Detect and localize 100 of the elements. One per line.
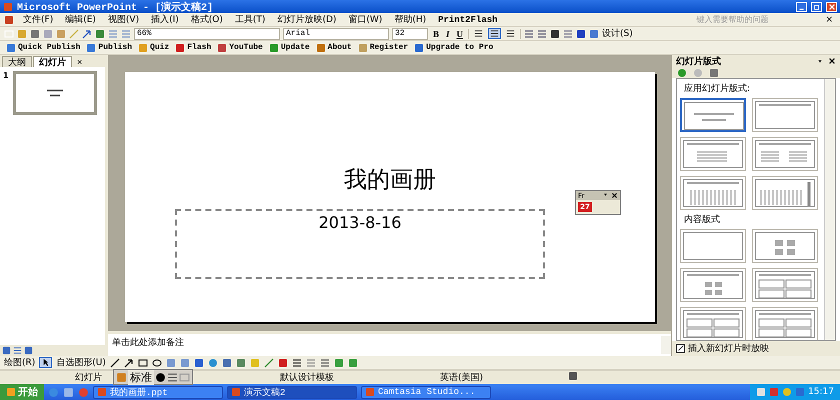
align-icon	[506, 29, 516, 38]
publish-toolbar-button[interactable]: Quick Publish	[4, 42, 82, 54]
taskbar-task[interactable]: 我的画册.ppt	[93, 386, 223, 398]
slide-subtitle: 2013-8-16	[318, 213, 402, 232]
taskbar-task[interactable]: 演示文稿2	[227, 386, 357, 398]
layout-thumbnail-drawing	[755, 310, 815, 338]
publish-toolbar-button[interactable]: Update	[266, 42, 312, 54]
layout-thumbnail-drawing	[683, 271, 743, 299]
section-heading: 内容版式	[683, 214, 721, 227]
menu-item[interactable]: 视图(V)	[104, 13, 142, 26]
indent-icon[interactable]	[563, 28, 574, 38]
menu-item[interactable]: Print2Flash	[435, 14, 501, 24]
scrollbar[interactable]	[824, 79, 835, 340]
font-style-button[interactable]: B	[431, 28, 442, 39]
caret-icon	[602, 191, 609, 198]
line-icon[interactable]	[110, 358, 120, 368]
slide-sorter-icon[interactable]	[13, 346, 22, 355]
close-icon[interactable]	[828, 57, 836, 65]
menu-item[interactable]: 格式(O)	[188, 13, 226, 26]
slide-thumbnail[interactable]	[12, 71, 97, 115]
layout-option[interactable]	[752, 268, 818, 302]
rectangle-icon[interactable]	[138, 358, 148, 368]
menu-item[interactable]: 编辑(E)	[62, 13, 99, 26]
align-icon	[490, 29, 500, 38]
menu-item[interactable]: 幻灯片放映(D)	[274, 13, 340, 26]
line-style-icon[interactable]	[292, 358, 302, 368]
bullet-list-icon[interactable]	[537, 28, 548, 38]
layout-thumbnail-drawing	[755, 232, 815, 260]
publish-toolbar-button[interactable]: About	[314, 42, 354, 54]
layout-option[interactable]	[752, 307, 818, 340]
status-slide: 幻灯片	[75, 372, 102, 384]
autoshapes-menu-button[interactable]: 自选图形(U)	[56, 356, 106, 369]
layout-option[interactable]	[680, 268, 746, 302]
zoom-dropdown[interactable]: 66%	[134, 28, 280, 40]
font-dropdown[interactable]: Arial	[283, 28, 389, 40]
select-objects-button[interactable]	[39, 357, 52, 368]
menu-item[interactable]: 插入(I)	[148, 13, 182, 26]
subtitle-placeholder[interactable]: 2013-8-16	[175, 209, 545, 279]
menu-item[interactable]: 工具(T)	[232, 13, 268, 26]
layout-option[interactable]	[680, 176, 746, 210]
close-document-button[interactable]: ×	[822, 14, 836, 24]
line-color-icon[interactable]	[264, 358, 274, 368]
undo-icon[interactable]	[82, 28, 92, 38]
arrow-style-icon[interactable]	[320, 358, 330, 368]
pane-tab[interactable]: 幻灯片	[33, 56, 72, 67]
layout-thumbnail-drawing	[684, 102, 744, 130]
status-language: 英语(美国)	[440, 372, 484, 384]
menu-item[interactable]: 窗口(W)	[345, 13, 386, 26]
layout-thumbnail-drawing	[755, 271, 815, 299]
close-button[interactable]	[826, 2, 837, 12]
window-title: Microsoft PowerPoint - [演示文稿2]	[17, 0, 214, 14]
clock: 15:17	[808, 387, 834, 397]
pane-tab[interactable]: 大纲	[2, 56, 32, 67]
dash-style-icon[interactable]	[306, 358, 316, 368]
notes-pane[interactable]: 单击此处添加备注	[108, 331, 671, 356]
layout-option[interactable]	[752, 229, 818, 263]
publish-toolbar-button[interactable]: YouTube	[215, 42, 265, 54]
layout-option[interactable]	[752, 98, 818, 132]
draw-menu-button[interactable]: 绘图(R)	[4, 356, 36, 369]
layout-option[interactable]	[752, 176, 818, 210]
close-icon[interactable]	[611, 192, 618, 199]
layout-thumbnail-drawing	[683, 179, 743, 207]
minimize-button[interactable]	[796, 2, 807, 12]
checkbox-label: 插入新幻灯片时放映	[688, 342, 769, 355]
oval-icon[interactable]	[152, 358, 162, 368]
status-template: 默认设计模板	[280, 372, 334, 384]
layout-thumbnail-drawing	[755, 140, 815, 168]
layout-option[interactable]	[752, 137, 818, 171]
scrollbar[interactable]	[661, 336, 671, 354]
ime-mode-button[interactable]: 标准	[128, 370, 154, 384]
layout-option[interactable]	[680, 137, 746, 171]
close-pane-button[interactable]: ×	[73, 56, 86, 67]
restore-button[interactable]	[811, 2, 822, 12]
font-style-button[interactable]: I	[444, 28, 452, 39]
checkbox[interactable]	[676, 344, 685, 353]
numbered-list-icon[interactable]	[524, 28, 534, 38]
font-size-dropdown[interactable]: 32	[392, 28, 428, 40]
publish-toolbar-button[interactable]: Publish	[84, 42, 134, 54]
show-on-insert-checkbox[interactable]: 插入新幻灯片时放映	[672, 341, 840, 356]
publish-toolbar-button[interactable]: Quiz	[136, 42, 172, 54]
align-button[interactable]	[488, 28, 502, 39]
layout-thumbnail-drawing	[683, 232, 743, 260]
menu-item[interactable]: 文件(F)	[20, 13, 56, 26]
thumbnail-text-drawing	[46, 89, 63, 97]
slide-title: 我的画册	[344, 166, 436, 195]
pointer-icon	[41, 358, 50, 367]
help-search-field[interactable]: 键入需要帮助的问题	[696, 14, 816, 24]
publish-toolbar-button[interactable]: Register	[356, 42, 410, 54]
publish-toolbar-button[interactable]: Upgrade to Pro	[412, 42, 496, 54]
layout-option[interactable]	[680, 98, 746, 132]
font-style-button[interactable]: U	[454, 28, 466, 39]
taskbar-task[interactable]: Camtasia Studio...	[361, 386, 491, 398]
caret-icon[interactable]	[816, 57, 824, 65]
start-button[interactable]: 开始	[0, 384, 44, 400]
publish-toolbar-button[interactable]: Flash	[173, 42, 214, 54]
menu-item[interactable]: 帮助(H)	[391, 13, 430, 26]
arrow-icon[interactable]	[124, 358, 134, 368]
design-button[interactable]: 设计(S)	[602, 27, 633, 40]
layout-option[interactable]	[680, 229, 746, 263]
section-heading: 应用幻灯片版式:	[683, 82, 752, 96]
